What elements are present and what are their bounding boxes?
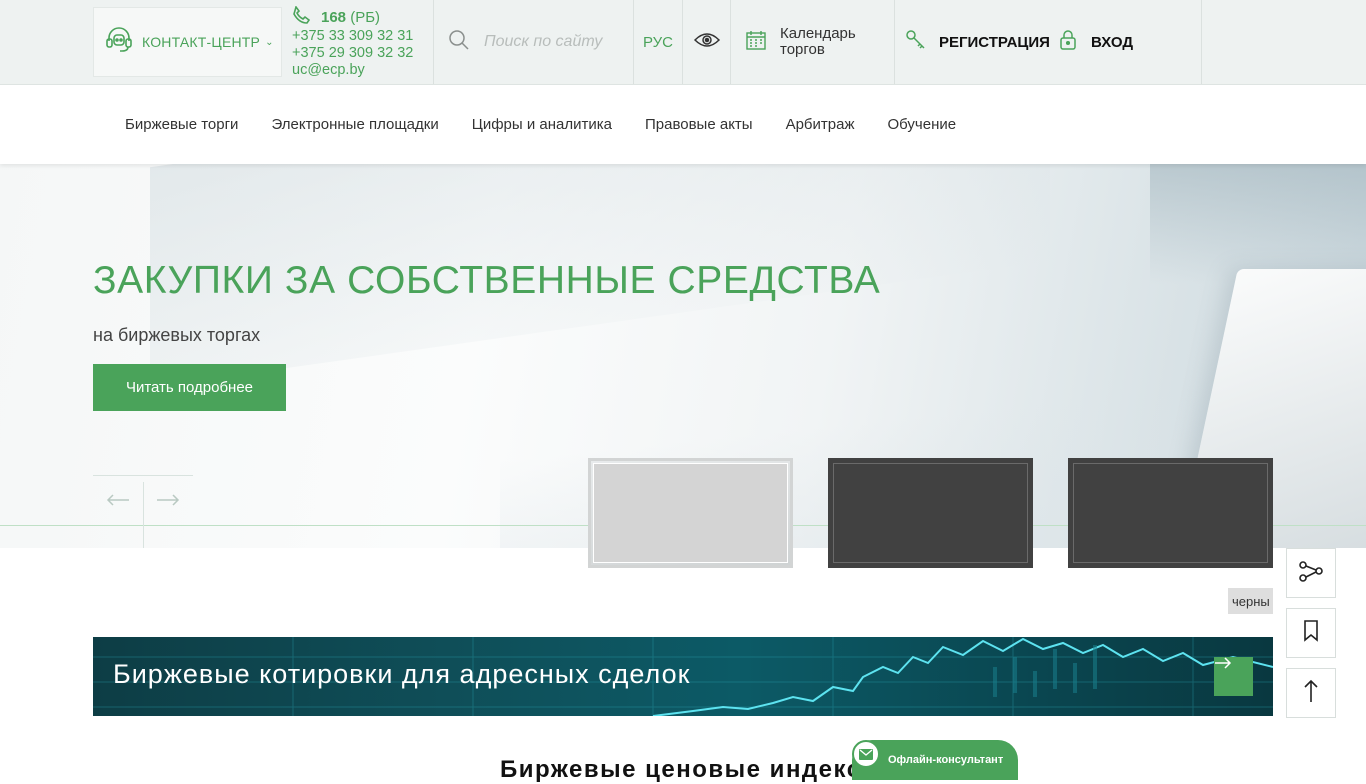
phone-icon: [292, 5, 312, 28]
hero-title: ЗАКУПКИ ЗА СОБСТВЕННЫЕ СРЕДСТВА: [93, 259, 881, 302]
nav-item-analytics[interactable]: Цифры и аналитика: [472, 116, 612, 133]
bookmark-icon: [1303, 619, 1319, 647]
nav-item-education[interactable]: Обучение: [887, 116, 956, 133]
nav-item-arbitration[interactable]: Арбитраж: [786, 116, 855, 133]
language-switcher[interactable]: РУС: [634, 0, 683, 84]
arrow-up-icon: [1303, 679, 1319, 708]
calendar-line-1: Календарь: [780, 25, 856, 42]
login-link[interactable]: ВХОД: [1091, 34, 1133, 51]
register-link[interactable]: РЕГИСТРАЦИЯ: [939, 34, 1049, 51]
banner-go-button[interactable]: [1214, 657, 1253, 696]
banner-title: Биржевые котировки для адресных сделок: [113, 659, 691, 689]
scroll-top-button[interactable]: [1286, 668, 1336, 718]
arrow-left-icon: [106, 493, 130, 511]
quotes-banner[interactable]: Биржевые котировки для адресных сделок: [93, 637, 1273, 716]
search-icon[interactable]: [448, 29, 470, 56]
short-phone-region: (РБ): [350, 8, 381, 26]
hero-subtitle: на биржевых торгах: [93, 325, 261, 345]
consultant-label: Офлайн-консультант: [888, 754, 1004, 766]
key-icon: [905, 29, 927, 56]
slider-arrows: [93, 475, 193, 548]
eye-icon: [693, 32, 720, 53]
accessibility-toggle[interactable]: [683, 0, 731, 84]
offline-consultant-button[interactable]: Офлайн-консультант: [852, 740, 1018, 780]
share-icon: [1298, 558, 1324, 589]
nav-item-legal-acts[interactable]: Правовые акты: [645, 116, 753, 133]
top-bar: КОНТАКТ-ЦЕНТР ⌄ 168 (РБ) +375 33 309 32 …: [0, 0, 1366, 85]
contact-center-dropdown[interactable]: КОНТАКТ-ЦЕНТР ⌄: [93, 7, 282, 77]
slide-thumbnail-3[interactable]: [1068, 458, 1273, 568]
main-nav: Биржевые торги Электронные площадки Цифр…: [0, 85, 1366, 164]
lock-icon: [1059, 29, 1077, 56]
chevron-down-icon: ⌄: [265, 36, 274, 48]
version-tooltip: черны: [1228, 588, 1273, 614]
phone-1[interactable]: +375 33 309 32 31: [292, 28, 433, 45]
nav-item-electronic-platforms[interactable]: Электронные площадки: [271, 116, 438, 133]
phone-2[interactable]: +375 29 309 32 32: [292, 45, 433, 62]
arrow-right-icon: [156, 493, 180, 511]
section-title: Биржевые ценовые индексы: [500, 756, 870, 783]
trading-calendar-link[interactable]: Календарь торгов: [731, 0, 895, 84]
bookmark-button[interactable]: [1286, 608, 1336, 658]
read-more-button[interactable]: Читать подробнее: [93, 364, 286, 411]
phones-block: 168 (РБ) +375 33 309 32 31 +375 29 309 3…: [282, 0, 434, 84]
nav-item-exchange-trading[interactable]: Биржевые торги: [125, 116, 238, 133]
contact-center-label: КОНТАКТ-ЦЕНТР: [142, 34, 261, 50]
slide-thumbnail-2[interactable]: [828, 458, 1033, 568]
auth-block: РЕГИСТРАЦИЯ ВХОД: [895, 0, 1202, 84]
short-phone[interactable]: 168: [321, 9, 346, 26]
share-button[interactable]: [1286, 548, 1336, 598]
calendar-line-2: торгов: [780, 41, 825, 58]
slider-prev-button[interactable]: [93, 490, 143, 514]
site-search: [434, 0, 634, 84]
slider-next-button[interactable]: [143, 490, 193, 514]
email-link[interactable]: uc@ecp.by: [292, 62, 433, 79]
headset-icon: [104, 26, 134, 59]
mail-icon: [852, 740, 880, 768]
search-input[interactable]: [484, 33, 634, 51]
slide-thumbnail-1[interactable]: [588, 458, 793, 568]
calendar-icon: [745, 29, 767, 56]
